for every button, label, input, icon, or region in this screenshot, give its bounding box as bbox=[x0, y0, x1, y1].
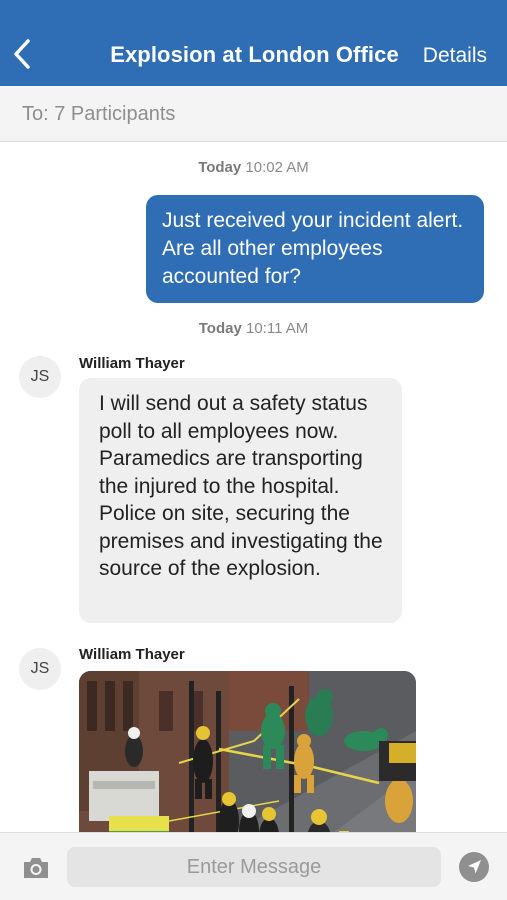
avatar[interactable]: JS bbox=[19, 648, 61, 690]
participants-label: To: 7 Participants bbox=[22, 103, 176, 125]
message-input[interactable] bbox=[67, 847, 441, 887]
image-attachment[interactable] bbox=[79, 671, 416, 832]
outgoing-message-text: Just received your incident alert. Are a… bbox=[162, 209, 464, 288]
send-arrow-icon bbox=[468, 860, 481, 874]
emergency-response-photo bbox=[79, 671, 416, 832]
incoming-message-text: I will send out a safety status poll to … bbox=[99, 392, 383, 580]
timestamp-time: 10:11 AM bbox=[245, 320, 309, 337]
avatar[interactable]: JS bbox=[19, 356, 61, 398]
participants-bar[interactable]: To: 7 Participants bbox=[0, 86, 507, 142]
timestamp-day: Today bbox=[198, 159, 242, 176]
conversation-title-text: Explosion at London Office bbox=[110, 42, 399, 67]
outgoing-message-bubble[interactable]: Just received your incident alert. Are a… bbox=[146, 195, 484, 303]
message-list[interactable]: Today 10:02 AM Just received your incide… bbox=[0, 142, 507, 832]
send-button[interactable] bbox=[459, 852, 489, 882]
camera-icon bbox=[24, 858, 48, 878]
navigation-header: Explosion at London Office Details bbox=[0, 0, 507, 86]
camera-button[interactable] bbox=[21, 855, 51, 881]
sender-name: William Thayer bbox=[79, 646, 185, 663]
message-composer bbox=[0, 832, 507, 900]
details-button[interactable]: Details bbox=[423, 44, 487, 68]
incoming-message-bubble[interactable]: I will send out a safety status poll to … bbox=[79, 378, 402, 623]
timestamp-divider: Today 10:02 AM bbox=[0, 159, 507, 176]
sender-name: William Thayer bbox=[79, 355, 185, 372]
timestamp-day: Today bbox=[198, 320, 242, 337]
timestamp-divider: Today 10:11 AM bbox=[0, 320, 507, 337]
timestamp-time: 10:02 AM bbox=[245, 159, 309, 176]
